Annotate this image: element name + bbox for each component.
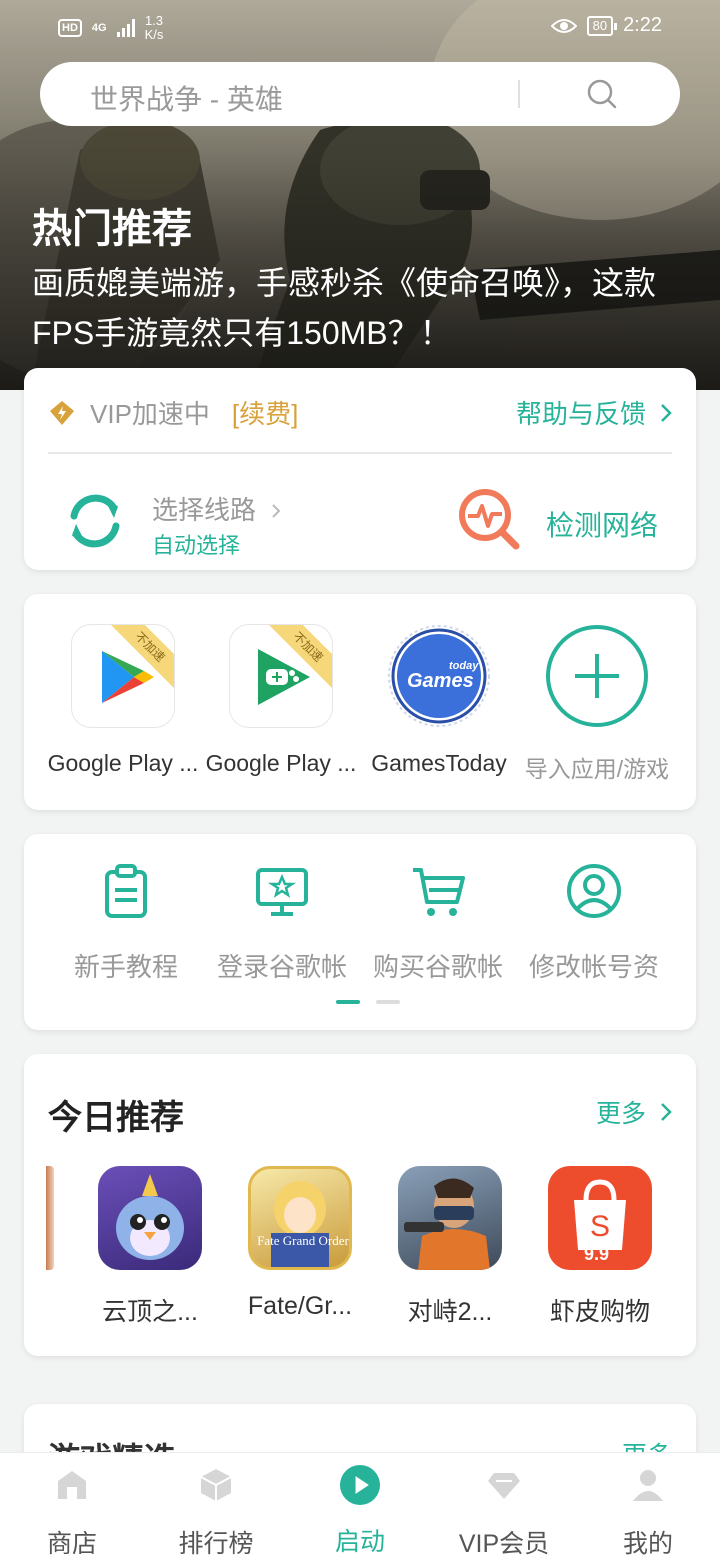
chevron-right-icon xyxy=(661,1103,672,1121)
fate-grand-order-icon: Fate Grand Order xyxy=(248,1166,352,1270)
apps-card: 不加速 Google Play ... 不加速 Google Play ... xyxy=(24,594,696,810)
tab-vip[interactable]: VIP会员 xyxy=(432,1453,576,1560)
page-indicator xyxy=(336,1000,400,1004)
partial-game-icon xyxy=(46,1166,54,1270)
game-tft[interactable]: 云顶之... xyxy=(98,1166,202,1328)
standoff2-icon xyxy=(398,1166,502,1270)
gamestoday-logo-text: Games xyxy=(407,670,474,692)
search-divider xyxy=(518,80,520,108)
tool-label: 新手教程 xyxy=(73,952,178,982)
google-play-games-icon: 不加速 xyxy=(229,624,333,728)
tab-mine[interactable]: 我的 xyxy=(576,1453,720,1560)
status-bar: HD 4G 1.3 K/s 80 2:22 xyxy=(0,0,720,56)
game-label: 云顶之... xyxy=(102,1298,198,1326)
chevron-right-icon xyxy=(661,403,672,422)
play-icon xyxy=(340,1465,380,1505)
network-speed: 1.3 K/s xyxy=(144,13,164,42)
store-icon xyxy=(58,1471,86,1499)
tools-card: 新手教程 登录谷歌帐 购买谷歌帐 修改帐号资 xyxy=(24,834,696,1030)
search-input[interactable]: 世界战争 - 英雄 xyxy=(90,78,283,118)
app-label: 导入应用/游戏 xyxy=(524,756,670,782)
today-recommend-card: 今日推荐 更多 云顶之... Fate Grand Order Fate/Gr.… xyxy=(24,1054,696,1356)
clipboard-icon xyxy=(105,864,147,918)
hero-banner[interactable]: HD 4G 1.3 K/s 80 2:22 世界战争 - 英雄 热门推荐 画质媲美… xyxy=(0,0,720,390)
import-app-button[interactable]: 导入应用/游戏 xyxy=(518,624,676,784)
tool-beginner-tutorial[interactable]: 新手教程 xyxy=(48,862,204,984)
help-feedback-label: 帮助与反馈 xyxy=(515,399,646,429)
cart-icon xyxy=(413,868,465,916)
tft-penguin-icon xyxy=(98,1166,202,1270)
network-type: 4G xyxy=(91,22,107,34)
section-title: 今日推荐 xyxy=(48,1099,184,1137)
more-link[interactable]: 更多 xyxy=(596,1094,672,1130)
fgo-logo-text: Fate Grand Order xyxy=(257,1233,349,1248)
person-icon xyxy=(633,1470,663,1501)
tab-store[interactable]: 商店 xyxy=(0,1453,144,1560)
route-value: 自动选择 xyxy=(152,533,241,558)
page-dot xyxy=(376,1000,400,1004)
tool-buy-google[interactable]: 购买谷歌帐 xyxy=(360,862,516,984)
app-label: Google Play ... xyxy=(205,750,357,776)
tool-label: 登录谷歌帐 xyxy=(216,952,347,982)
game-standoff2[interactable]: 对峙2... xyxy=(398,1166,502,1328)
tab-launch[interactable]: 启动 xyxy=(288,1453,432,1560)
tool-login-google[interactable]: 登录谷歌帐 xyxy=(204,862,360,984)
user-circle-icon xyxy=(567,864,621,918)
refresh-route-icon[interactable] xyxy=(62,488,128,554)
hero-description: 画质媲美端游，手感秒杀《使命召唤》，这款FPS手游竟然只有150MB？！ xyxy=(32,265,657,351)
renew-link[interactable]: [续费] xyxy=(232,394,298,431)
bottom-tab-bar: 商店 排行榜 启动 VIP会员 我的 xyxy=(0,1452,720,1560)
shopee-icon: S 9.9 xyxy=(548,1166,652,1270)
game-label: Fate/Gr... xyxy=(247,1292,353,1320)
tool-label: 购买谷歌帐 xyxy=(372,952,503,982)
tool-edit-account[interactable]: 修改帐号资 xyxy=(516,862,672,984)
signal-icon xyxy=(116,19,135,37)
detect-network-button[interactable]: 检测网络 xyxy=(546,504,658,544)
shopee-price-text: 9.9 xyxy=(584,1244,610,1264)
network-detect-icon[interactable] xyxy=(456,486,522,552)
search-bar[interactable]: 世界战争 - 英雄 xyxy=(40,62,680,126)
game-label: 对峙2... xyxy=(407,1298,493,1326)
game-shopee[interactable]: S 9.9 虾皮购物 xyxy=(548,1166,652,1328)
diamond-icon xyxy=(488,1473,520,1499)
hd-badge: HD xyxy=(58,19,82,37)
app-label: GamesToday xyxy=(371,750,507,776)
clock: 2:22 xyxy=(623,14,662,36)
page-dot-active xyxy=(336,1000,360,1004)
select-route-button[interactable]: 选择线路 xyxy=(152,490,281,527)
app-label: Google Play ... xyxy=(47,750,199,776)
monitor-star-icon xyxy=(256,868,308,916)
vip-card: VIP加速中 [续费] 帮助与反馈 选择线路 自动选择 检测网络 xyxy=(24,368,696,570)
game-fgo[interactable]: Fate Grand Order Fate/Gr... xyxy=(248,1166,352,1328)
app-gamestoday[interactable]: today Games GamesToday xyxy=(360,624,518,784)
tool-label: 修改帐号资 xyxy=(528,952,659,982)
google-play-store-icon: 不加速 xyxy=(71,624,175,728)
game-label: 虾皮购物 xyxy=(549,1298,650,1326)
gamestoday-icon: today Games xyxy=(387,624,491,728)
eye-icon xyxy=(550,18,577,33)
vip-diamond-icon xyxy=(50,400,74,425)
battery-indicator: 80 xyxy=(586,15,618,36)
help-feedback-link[interactable]: 帮助与反馈 xyxy=(516,394,672,431)
ranking-cube-icon xyxy=(200,1469,232,1501)
chevron-right-icon xyxy=(272,504,281,518)
tab-ranking[interactable]: 排行榜 xyxy=(144,1453,288,1560)
app-google-play-store[interactable]: 不加速 Google Play ... xyxy=(44,624,202,784)
add-icon xyxy=(546,625,648,727)
svg-text:S: S xyxy=(590,1210,610,1243)
vip-status: VIP加速中 xyxy=(90,399,210,429)
divider xyxy=(48,452,672,454)
search-icon[interactable] xyxy=(586,78,618,110)
app-google-play-games[interactable]: 不加速 Google Play ... xyxy=(202,624,360,784)
hero-title: 热门推荐 xyxy=(32,207,192,251)
